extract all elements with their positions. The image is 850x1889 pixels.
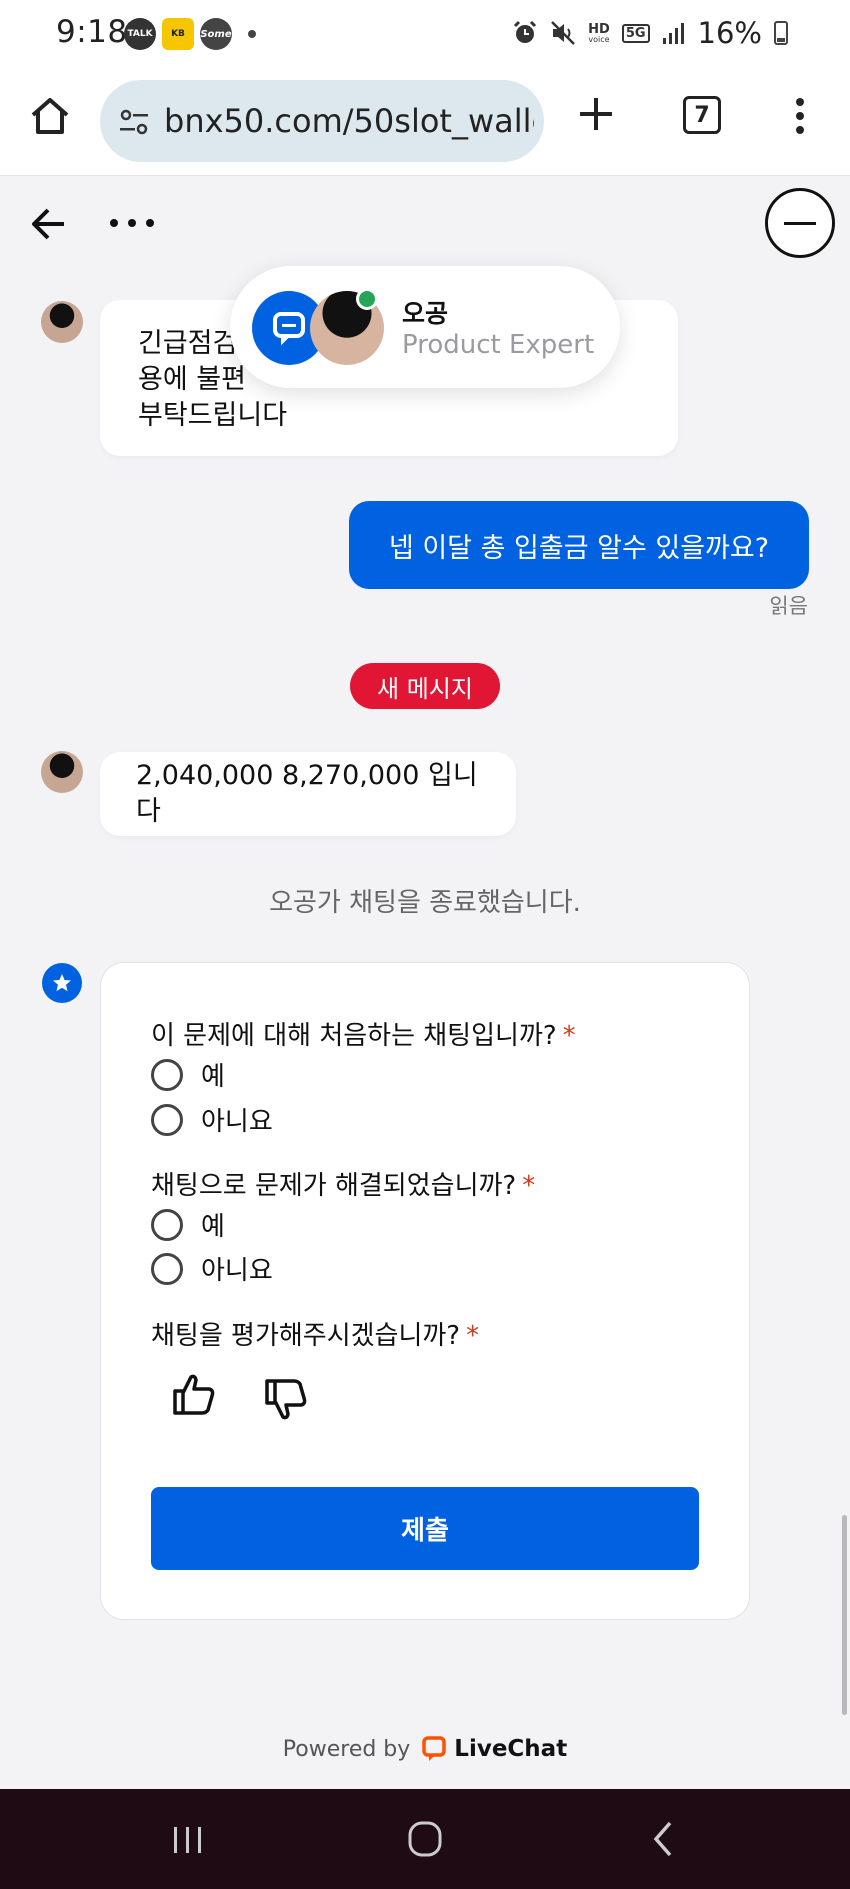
tab-switcher-button[interactable]: 7 xyxy=(683,96,721,134)
radio-button[interactable] xyxy=(151,1208,183,1241)
agent-role: Product Expert xyxy=(402,330,595,360)
some-notification-icon: Some xyxy=(200,18,232,50)
powered-by-text: Powered by xyxy=(282,1736,411,1762)
battery-icon xyxy=(774,21,788,45)
chat-ended-notice: 오공가 채팅을 종료했습니다. xyxy=(269,888,581,918)
browser-menu-icon[interactable] xyxy=(790,96,810,136)
home-icon[interactable] xyxy=(28,94,72,138)
post-chat-survey: 이 문제에 대해 처음하는 채팅입니까? * 예 아니요 채팅으로 문제가 해결되… xyxy=(100,962,750,1620)
survey-question-3: 채팅을 평가해주시겠습니까? * xyxy=(151,1321,480,1351)
q2-option-no[interactable]: 아니요 xyxy=(151,1250,273,1287)
option-label: 아니요 xyxy=(201,1107,273,1137)
alarm-icon xyxy=(514,20,537,43)
recent-apps-icon[interactable] xyxy=(162,1819,212,1859)
option-label: 아니요 xyxy=(201,1256,273,1286)
star-icon xyxy=(42,963,82,1003)
signal-icon xyxy=(662,23,684,44)
outgoing-message-text: 넵 이달 총 입출금 알수 있을까요? xyxy=(388,532,770,564)
minimize-chat-button[interactable] xyxy=(765,188,835,258)
q1-option-yes[interactable]: 예 xyxy=(151,1056,225,1093)
outgoing-message: 넵 이달 총 입출금 알수 있을까요? xyxy=(349,501,809,589)
address-bar[interactable]: bnx50.com/50slot_walle xyxy=(100,80,544,162)
message-text: 2,040,000 8,270,000 입니다 xyxy=(136,760,478,827)
radio-button[interactable] xyxy=(151,1252,183,1285)
option-label: 예 xyxy=(201,1212,225,1242)
site-settings-icon[interactable] xyxy=(118,106,150,138)
home-nav-icon[interactable] xyxy=(400,1819,450,1859)
hd-voice-indicator: HD voice xyxy=(588,21,610,44)
back-arrow-icon[interactable] xyxy=(30,206,68,242)
battery-percent: 16% xyxy=(697,16,762,50)
radio-button[interactable] xyxy=(151,1103,183,1136)
browser-toolbar: bnx50.com/50slot_walle 7 xyxy=(0,70,850,176)
scrollbar[interactable] xyxy=(842,1515,847,1715)
system-icons: HD voice 5G 16% xyxy=(512,16,788,50)
new-message-badge: 새 메시지 xyxy=(350,663,500,709)
more-options-icon[interactable] xyxy=(108,208,156,238)
status-time: 9:18 xyxy=(56,14,128,50)
mute-icon xyxy=(551,21,576,45)
agent-avatar xyxy=(41,751,83,793)
agent-avatar xyxy=(41,301,83,343)
livechat-logo-icon xyxy=(422,1736,447,1761)
thumbs-up-icon[interactable] xyxy=(169,1369,219,1419)
url-text: bnx50.com/50slot_walle xyxy=(164,102,534,140)
survey-question-2: 채팅으로 문제가 해결되었습니까? * xyxy=(151,1171,536,1201)
status-bar: 9:18 TALK KB Some HD voice 5G 16% xyxy=(0,0,850,70)
android-nav-bar xyxy=(0,1789,850,1889)
online-status-dot xyxy=(356,288,378,310)
powered-by-footer[interactable]: Powered by LiveChat xyxy=(0,1736,850,1762)
survey-question-1: 이 문제에 대해 처음하는 채팅입니까? * xyxy=(151,1021,576,1051)
livechat-brand: LiveChat xyxy=(454,1736,568,1762)
more-notifications-dot xyxy=(248,30,256,38)
agent-name: 오공 xyxy=(402,299,449,328)
q2-option-yes[interactable]: 예 xyxy=(151,1206,225,1243)
option-label: 예 xyxy=(201,1062,225,1092)
5g-indicator: 5G xyxy=(621,23,650,43)
kakaotalk-notification-icon: TALK xyxy=(124,18,156,50)
radio-button[interactable] xyxy=(151,1058,183,1091)
thumbs-down-icon[interactable] xyxy=(261,1375,311,1425)
message-line: 부탁드립니다 xyxy=(138,400,288,431)
incoming-message: 2,040,000 8,270,000 입니다 xyxy=(100,752,516,836)
kb-notification-icon: KB xyxy=(162,18,194,50)
read-receipt: 읽음 xyxy=(769,594,808,618)
q1-option-no[interactable]: 아니요 xyxy=(151,1101,273,1138)
agent-info-card: 오공 Product Expert xyxy=(230,266,620,388)
submit-button[interactable]: 제출 xyxy=(151,1487,699,1570)
new-tab-icon[interactable] xyxy=(576,94,616,134)
back-nav-icon[interactable] xyxy=(640,1819,690,1859)
